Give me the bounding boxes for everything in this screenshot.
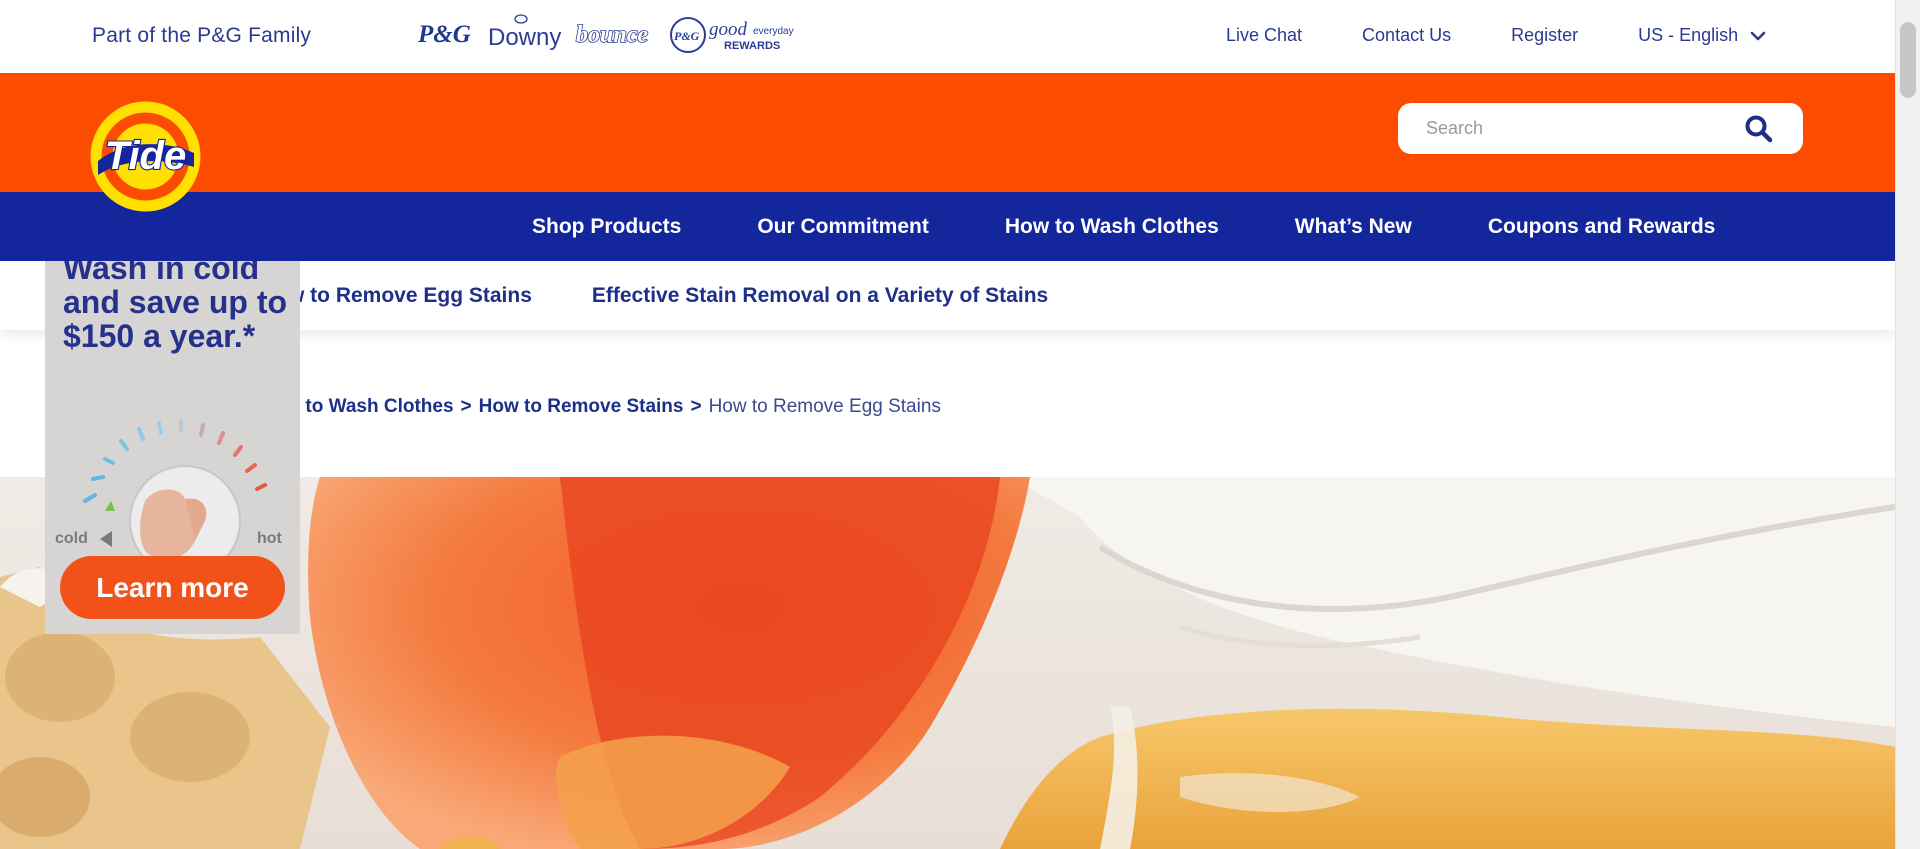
page-scrollbar[interactable] [1895, 0, 1920, 849]
learn-more-button[interactable]: Learn more [60, 556, 285, 619]
utility-bar: Part of the P&G Family P&G Downy bounce … [0, 0, 1895, 73]
svg-text:good: good [709, 19, 748, 40]
dial-cold-label: cold [55, 530, 88, 547]
live-chat-link[interactable]: Live Chat [1226, 25, 1302, 46]
tide-logo-text: Tide [105, 134, 187, 178]
breadcrumb-current-page: How to Remove Egg Stains [708, 396, 941, 417]
svg-text:P&G: P&G [674, 29, 700, 43]
contact-us-link[interactable]: Contact Us [1362, 25, 1451, 46]
language-selector[interactable]: US - English [1638, 25, 1766, 46]
main-nav-items: Shop Products Our Commitment How to Wash… [494, 192, 1753, 261]
pg-logo[interactable]: P&G [418, 21, 471, 48]
pg-family-text: Part of the P&G Family [92, 24, 312, 47]
subnav-remove-egg-stains[interactable]: How to Remove Egg Stains [260, 284, 532, 308]
wash-cold-ad[interactable]: Wash in cold and save up to $150 a year.… [45, 261, 300, 634]
tide-logo[interactable]: Tide [90, 101, 201, 212]
breadcrumb-how-to-remove-stains[interactable]: How to Remove Stains [479, 396, 684, 418]
bounce-logo[interactable]: bounce [575, 21, 649, 49]
svg-text:REWARDS: REWARDS [724, 40, 780, 52]
breadcrumb: How to Wash Clothes > How to Remove Stai… [260, 396, 941, 418]
nav-how-to-wash-clothes[interactable]: How to Wash Clothes [967, 215, 1257, 239]
nav-whats-new[interactable]: What’s New [1257, 215, 1450, 239]
downy-logo-text: Downy [488, 24, 561, 51]
pg-logo-text: P&G [418, 21, 471, 48]
nav-shop-products[interactable]: Shop Products [494, 215, 719, 239]
breadcrumb-separator: > [460, 396, 472, 417]
chevron-down-icon [1750, 31, 1766, 40]
svg-text:everyday: everyday [753, 26, 794, 37]
downy-logo[interactable]: Downy [488, 14, 561, 51]
utility-links: Live Chat Contact Us Register US - Engli… [1226, 25, 1766, 46]
language-label: US - English [1638, 25, 1739, 45]
scrollbar-thumb[interactable] [1900, 22, 1916, 98]
brand-logos: P&G Downy bounce P&G good everyday REWAR… [418, 14, 794, 53]
temperature-dial-icon: cold hot [55, 419, 283, 577]
search-box [1398, 103, 1803, 154]
pg-good-everyday-logo[interactable]: P&G good everyday REWARDS [670, 17, 794, 53]
sub-nav-items: How to Remove Egg Stains Effective Stain… [260, 261, 1108, 330]
bounce-logo-text: bounce [576, 22, 648, 48]
register-link[interactable]: Register [1511, 25, 1578, 46]
subnav-effective-stain-removal[interactable]: Effective Stain Removal on a Variety of … [592, 284, 1048, 308]
search-icon[interactable] [1744, 114, 1774, 144]
dial-hot-label: hot [257, 530, 283, 547]
breadcrumb-separator: > [690, 396, 702, 417]
main-nav: Shop Products Our Commitment How to Wash… [0, 192, 1895, 261]
ad-headline: Wash in cold and save up to $150 a year.… [63, 261, 288, 354]
nav-our-commitment[interactable]: Our Commitment [719, 215, 967, 239]
search-input[interactable] [1426, 103, 1746, 154]
nav-coupons-and-rewards[interactable]: Coupons and Rewards [1450, 215, 1754, 239]
